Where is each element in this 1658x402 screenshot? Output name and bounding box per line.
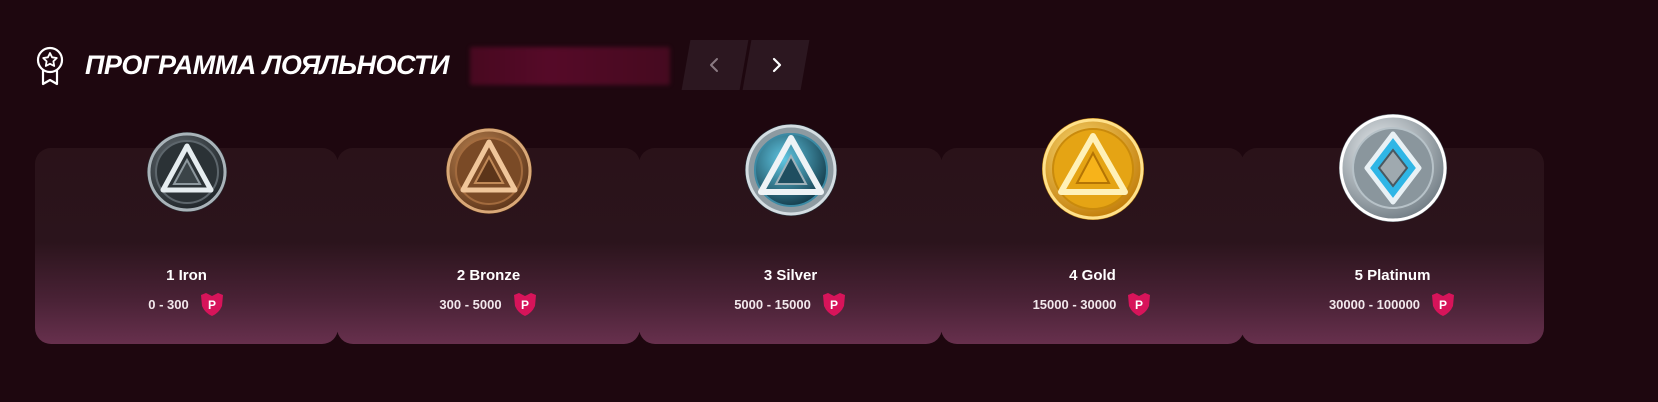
level-range-row: 5000 - 15000 P [639,291,942,317]
next-button[interactable] [742,40,810,90]
points-shield-icon: P [1432,293,1455,316]
prev-button[interactable] [681,40,749,90]
svg-text:P: P [830,298,838,312]
level-card-bronze[interactable]: 2 Bronze 300 - 5000 P [337,128,640,344]
blurred-banner [470,47,670,85]
points-shield-icon: P [200,293,223,316]
loyalty-levels: 1 Iron 0 - 300 P 2 Bronze 300 - 5000 P 3… [35,114,1625,344]
level-range-row: 0 - 300 P [35,291,338,317]
level-range: 30000 - 100000 [1328,296,1421,312]
level-card-iron[interactable]: 1 Iron 0 - 300 P [35,132,338,344]
level-name: 1 Iron [166,267,207,284]
level-range: 0 - 300 [148,296,189,312]
silver-badge-icon [744,124,837,216]
level-range: 300 - 5000 [439,296,502,312]
svg-text:P: P [521,298,529,312]
points-shield-icon: P [822,293,845,316]
loyalty-header: ПРОГРАММА ЛОЯЛЬНОСТИ [36,40,856,90]
level-card-silver[interactable]: 3 Silver 5000 - 15000 P [639,124,942,344]
svg-text:P: P [1439,298,1447,312]
points-shield-icon: P [513,293,536,316]
platinum-badge-icon [1338,114,1447,222]
award-ribbon-icon [36,46,64,86]
level-name: 4 Gold [1069,267,1116,284]
iron-badge-icon [146,132,227,212]
level-range-row: 30000 - 100000 P [1241,291,1544,317]
level-card-gold[interactable]: 4 Gold 15000 - 30000 P [941,118,1244,344]
svg-text:P: P [208,298,216,312]
level-range-row: 300 - 5000 P [337,291,640,317]
level-range-row: 15000 - 30000 P [941,291,1244,317]
level-card-platinum[interactable]: 5 Platinum 30000 - 100000 P [1241,114,1544,344]
level-name: 5 Platinum [1354,267,1431,284]
svg-text:P: P [1135,298,1143,312]
level-name: 2 Bronze [456,267,521,284]
bronze-badge-icon [445,128,532,214]
level-range: 5000 - 15000 [734,296,811,312]
level-range: 15000 - 30000 [1032,296,1117,312]
points-shield-icon: P [1128,293,1151,316]
page-title: ПРОГРАММА ЛОЯЛЬНОСТИ [85,50,449,80]
chevron-right-icon [772,57,782,73]
level-name: 3 Silver [763,267,818,284]
gold-badge-icon [1041,118,1144,220]
chevron-left-icon [710,58,718,72]
